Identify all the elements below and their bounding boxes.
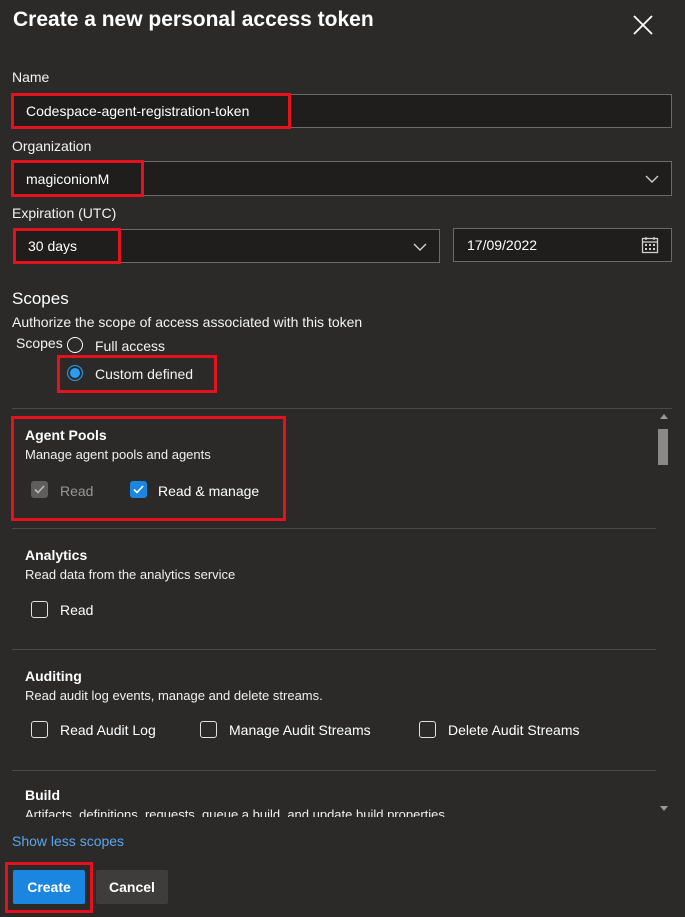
- scope-section-description: Read data from the analytics service: [25, 567, 236, 582]
- scope-section-build: Build Artifacts, definitions, requests, …: [12, 771, 656, 817]
- calendar-icon[interactable]: [641, 236, 659, 254]
- delete-audit-streams-checkbox[interactable]: [419, 721, 436, 738]
- dialog-title: Create a new personal access token: [13, 8, 374, 31]
- scope-section-description: Artifacts, definitions, requests, queue …: [25, 807, 445, 817]
- analytics-read-label: Read: [60, 602, 94, 618]
- show-less-scopes-link[interactable]: Show less scopes: [12, 833, 124, 849]
- organization-label: Organization: [12, 138, 92, 154]
- scrollbar-thumb[interactable]: [658, 429, 668, 465]
- scope-list-scrollbar[interactable]: [656, 409, 672, 817]
- read-audit-log-checkbox[interactable]: [31, 721, 48, 738]
- scope-section-title: Analytics: [25, 547, 88, 563]
- scope-section-description: Read audit log events, manage and delete…: [25, 688, 323, 703]
- scope-section-auditing: Auditing Read audit log events, manage a…: [12, 650, 656, 770]
- agent-pools-highlight: [11, 416, 286, 521]
- scope-section-title: Auditing: [25, 668, 82, 684]
- name-highlight: [11, 93, 291, 129]
- manage-audit-streams-label: Manage Audit Streams: [229, 722, 371, 738]
- expiration-date-input[interactable]: 17/09/2022: [453, 228, 672, 262]
- chevron-down-icon: [645, 175, 659, 183]
- analytics-read-checkbox[interactable]: [31, 601, 48, 618]
- delete-audit-streams-label: Delete Audit Streams: [448, 722, 580, 738]
- scopes-description: Authorize the scope of access associated…: [12, 314, 363, 330]
- full-access-label[interactable]: Full access: [95, 338, 165, 354]
- create-highlight: [5, 862, 93, 913]
- close-icon[interactable]: [630, 12, 656, 38]
- chevron-down-icon: [413, 243, 427, 251]
- scroll-up-icon[interactable]: [660, 414, 668, 419]
- expiration-highlight: [13, 228, 121, 264]
- expiration-label: Expiration (UTC): [12, 205, 117, 221]
- scope-section-title: Build: [25, 787, 60, 803]
- scopes-radio-label: Scopes: [16, 335, 63, 351]
- cancel-button[interactable]: Cancel: [96, 870, 168, 904]
- expiration-date-value: 17/09/2022: [467, 237, 538, 253]
- full-access-radio[interactable]: [67, 337, 83, 353]
- organization-highlight: [11, 160, 144, 197]
- scroll-down-icon[interactable]: [660, 806, 668, 811]
- scope-section-analytics: Analytics Read data from the analytics s…: [12, 529, 656, 649]
- scopes-heading: Scopes: [12, 289, 69, 308]
- name-label: Name: [12, 69, 50, 85]
- manage-audit-streams-checkbox[interactable]: [200, 721, 217, 738]
- read-audit-log-label: Read Audit Log: [60, 722, 156, 738]
- custom-defined-highlight: [57, 355, 217, 393]
